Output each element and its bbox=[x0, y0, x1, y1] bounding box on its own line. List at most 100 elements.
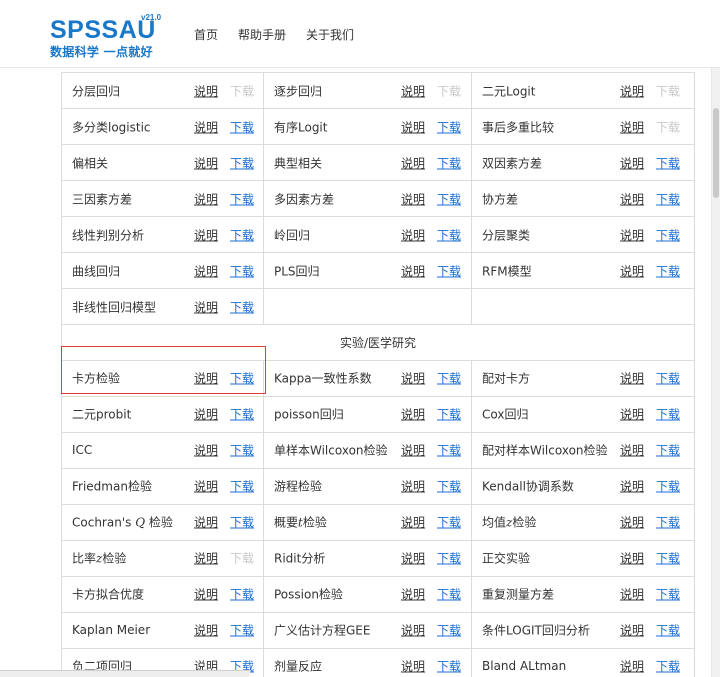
explain-link[interactable]: 说明 bbox=[401, 262, 425, 279]
download-link[interactable]: 下载 bbox=[656, 478, 680, 495]
download-link[interactable]: 下载 bbox=[437, 514, 461, 531]
download-link[interactable]: 下载 bbox=[656, 622, 680, 639]
method-name: Cochran's Q 检验 bbox=[72, 515, 173, 530]
explain-link[interactable]: 说明 bbox=[620, 118, 644, 135]
download-link[interactable]: 下载 bbox=[656, 226, 680, 243]
explain-link[interactable]: 说明 bbox=[401, 658, 425, 675]
download-link[interactable]: 下载 bbox=[230, 154, 254, 171]
download-link[interactable]: 下载 bbox=[230, 622, 254, 639]
explain-link[interactable]: 说明 bbox=[194, 442, 218, 459]
explain-link[interactable]: 说明 bbox=[620, 478, 644, 495]
method-cell: 非线性回归模型 说明 下载 bbox=[61, 288, 264, 325]
explain-link[interactable]: 说明 bbox=[620, 658, 644, 675]
explain-link[interactable]: 说明 bbox=[620, 406, 644, 423]
scroll-thumb[interactable] bbox=[713, 108, 719, 198]
download-link[interactable]: 下载 bbox=[437, 658, 461, 675]
download-link[interactable]: 下载 bbox=[437, 154, 461, 171]
explain-link[interactable]: 说明 bbox=[194, 370, 218, 387]
download-link[interactable]: 下载 bbox=[230, 370, 254, 387]
download-link[interactable]: 下载 bbox=[437, 478, 461, 495]
method-name: Kaplan Meier bbox=[72, 623, 151, 637]
main-nav: 首页 帮助手册 关于我们 bbox=[194, 26, 354, 43]
download-link[interactable]: 下载 bbox=[437, 406, 461, 423]
download-link[interactable]: 下载 bbox=[656, 586, 680, 603]
method-name: 配对卡方 bbox=[482, 371, 531, 386]
download-link[interactable]: 下载 bbox=[230, 262, 254, 279]
download-link[interactable]: 下载 bbox=[656, 442, 680, 459]
download-link[interactable]: 下载 bbox=[230, 478, 254, 495]
explain-link[interactable]: 说明 bbox=[401, 226, 425, 243]
explain-link[interactable]: 说明 bbox=[194, 190, 218, 207]
explain-link[interactable]: 说明 bbox=[194, 622, 218, 639]
explain-link[interactable]: 说明 bbox=[194, 298, 218, 315]
download-link[interactable]: 下载 bbox=[230, 298, 254, 315]
explain-link[interactable]: 说明 bbox=[401, 586, 425, 603]
explain-link[interactable]: 说明 bbox=[620, 262, 644, 279]
explain-link[interactable]: 说明 bbox=[194, 154, 218, 171]
download-link[interactable]: 下载 bbox=[230, 190, 254, 207]
page-scrollbar[interactable] bbox=[711, 68, 720, 677]
download-link[interactable]: 下载 bbox=[437, 190, 461, 207]
explain-link[interactable]: 说明 bbox=[194, 118, 218, 135]
explain-link[interactable]: 说明 bbox=[620, 154, 644, 171]
download-link[interactable]: 下载 bbox=[656, 550, 680, 567]
explain-link[interactable]: 说明 bbox=[401, 478, 425, 495]
explain-link[interactable]: 说明 bbox=[620, 586, 644, 603]
download-link[interactable]: 下载 bbox=[656, 514, 680, 531]
explain-link[interactable]: 说明 bbox=[194, 478, 218, 495]
explain-link[interactable]: 说明 bbox=[401, 82, 425, 99]
download-link[interactable]: 下载 bbox=[437, 226, 461, 243]
explain-link[interactable]: 说明 bbox=[194, 262, 218, 279]
explain-link[interactable]: 说明 bbox=[194, 82, 218, 99]
download-link[interactable]: 下载 bbox=[437, 586, 461, 603]
download-link[interactable]: 下载 bbox=[437, 370, 461, 387]
explain-link[interactable]: 说明 bbox=[620, 226, 644, 243]
explain-link[interactable]: 说明 bbox=[401, 154, 425, 171]
download-link[interactable]: 下载 bbox=[656, 190, 680, 207]
nav-help-manual[interactable]: 帮助手册 bbox=[238, 26, 286, 43]
explain-link[interactable]: 说明 bbox=[620, 550, 644, 567]
explain-link[interactable]: 说明 bbox=[620, 370, 644, 387]
download-link[interactable]: 下载 bbox=[656, 154, 680, 171]
explain-link[interactable]: 说明 bbox=[194, 226, 218, 243]
explain-link[interactable]: 说明 bbox=[401, 118, 425, 135]
method-cell: Friedman检验 说明 下载 bbox=[61, 467, 264, 505]
method-cell: 配对卡方 说明 下载 bbox=[471, 359, 695, 397]
spssau-logo[interactable]: SPSSAU v21.0 数据科学 一点就好 bbox=[50, 13, 162, 59]
download-link[interactable]: 下载 bbox=[437, 118, 461, 135]
method-name: 分层聚类 bbox=[482, 228, 531, 242]
download-link[interactable]: 下载 bbox=[437, 550, 461, 567]
nav-about-us[interactable]: 关于我们 bbox=[306, 26, 354, 43]
download-link[interactable]: 下载 bbox=[656, 406, 680, 423]
download-link[interactable]: 下载 bbox=[230, 586, 254, 603]
explain-link[interactable]: 说明 bbox=[620, 190, 644, 207]
explain-link[interactable]: 说明 bbox=[401, 514, 425, 531]
explain-link[interactable]: 说明 bbox=[620, 622, 644, 639]
explain-link[interactable]: 说明 bbox=[194, 586, 218, 603]
download-link[interactable]: 下载 bbox=[437, 262, 461, 279]
download-link[interactable]: 下载 bbox=[437, 442, 461, 459]
explain-link[interactable]: 说明 bbox=[194, 550, 218, 567]
explain-link[interactable]: 说明 bbox=[401, 370, 425, 387]
explain-link[interactable]: 说明 bbox=[620, 442, 644, 459]
explain-link[interactable]: 说明 bbox=[401, 550, 425, 567]
download-link[interactable]: 下载 bbox=[656, 658, 680, 675]
explain-link[interactable]: 说明 bbox=[620, 514, 644, 531]
nav-home[interactable]: 首页 bbox=[194, 26, 218, 43]
explain-link[interactable]: 说明 bbox=[194, 514, 218, 531]
explain-link[interactable]: 说明 bbox=[401, 442, 425, 459]
download-link[interactable]: 下载 bbox=[230, 406, 254, 423]
method-name: Possion检验 bbox=[274, 587, 343, 602]
explain-link[interactable]: 说明 bbox=[401, 622, 425, 639]
explain-link[interactable]: 说明 bbox=[401, 406, 425, 423]
download-link[interactable]: 下载 bbox=[656, 262, 680, 279]
explain-link[interactable]: 说明 bbox=[620, 82, 644, 99]
download-link[interactable]: 下载 bbox=[230, 442, 254, 459]
download-link[interactable]: 下载 bbox=[230, 226, 254, 243]
download-link[interactable]: 下载 bbox=[230, 118, 254, 135]
download-link[interactable]: 下载 bbox=[230, 514, 254, 531]
download-link[interactable]: 下载 bbox=[437, 622, 461, 639]
explain-link[interactable]: 说明 bbox=[194, 406, 218, 423]
download-link[interactable]: 下载 bbox=[656, 370, 680, 387]
explain-link[interactable]: 说明 bbox=[401, 190, 425, 207]
